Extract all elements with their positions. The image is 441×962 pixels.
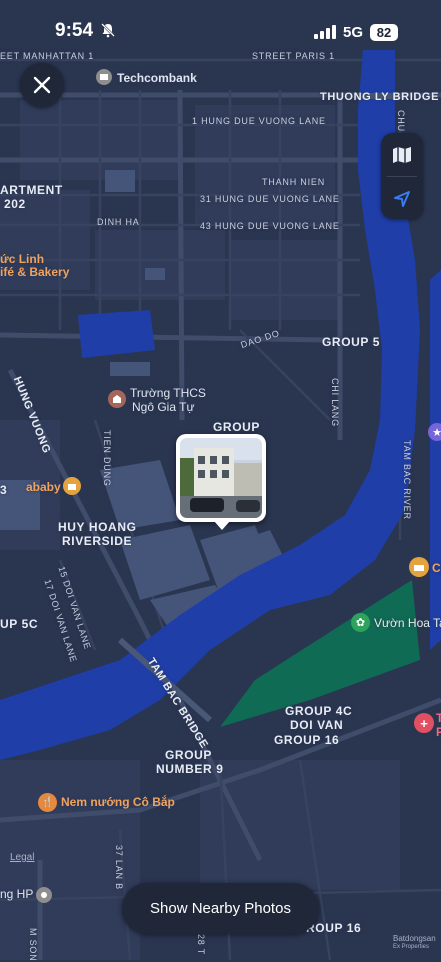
area-label: GROUP 4C [285,704,353,718]
street-label: EET MANHATTAN 1 [0,51,95,61]
map-controls [381,133,423,219]
street-label: TIEN DUNG [102,430,112,487]
close-icon [33,76,51,94]
close-button[interactable] [20,63,64,107]
poi-label-school[interactable]: Trường THCS [130,386,206,400]
hospital-pin[interactable]: + [414,713,434,733]
building-photo [180,438,262,518]
street-label: M SON [28,928,38,962]
signal-icon [314,25,336,39]
cross-icon: + [420,715,428,731]
street-label: STREET PARIS 1 [252,51,335,61]
poi-label-park[interactable]: Vườn Hoa Ta [374,616,441,630]
street-label: 37 LAN B [114,845,124,890]
shopping-bag-icon [68,484,76,490]
area-label: HUY HOANG [58,520,137,534]
fork-knife-icon: 🍴 [41,797,54,808]
area-label: DOI VAN [290,718,344,732]
my-location-button[interactable] [381,177,423,220]
school-icon [113,395,121,403]
dot-icon [41,892,47,898]
area-label: GROUP 16 [274,733,340,747]
street-label: THUONG LY BRIDGE [320,91,440,103]
watermark-line-2: Ex Properties [393,944,430,950]
map-style-button[interactable] [381,133,423,176]
shop-pin-2[interactable] [409,557,429,577]
bank-icon [100,74,108,80]
place-pin[interactable] [36,887,52,903]
area-label: 202 [4,197,26,211]
area-label: ARTMENT [0,183,63,197]
legal-link[interactable]: Legal [10,852,34,863]
poi-label-ababy[interactable]: ababy [26,480,61,494]
battery-level: 82 [370,24,398,41]
area-label: RIVERSIDE [62,534,133,548]
area-label: GROUP [213,420,261,434]
network-type: 5G [343,24,364,41]
poi-label-techcombank[interactable]: Techcombank [117,71,197,85]
area-label: NUMBER 9 [156,762,224,776]
street-label: CHI LANG [330,378,340,427]
street-label: 1 HUNG DUE VUONG LANE [192,116,326,126]
area-label: GROUP [165,748,213,762]
poi-label-cafe[interactable]: ức Linh [0,252,44,266]
street-label: 43 HUNG DUE VUONG LANE [200,221,340,231]
map-icon [393,146,411,163]
poi-label-ch[interactable]: Ch [432,561,441,575]
show-nearby-photos-button[interactable]: Show Nearby Photos [122,883,319,934]
shop-pin[interactable] [63,477,81,495]
street-label: THANH NIEN [262,177,326,187]
photo-pin[interactable] [176,434,266,530]
restaurant-pin[interactable]: 🍴 [38,793,57,812]
poi-label-school-2[interactable]: Ngô Gia Tự [132,400,195,414]
watermark-line-1: Batdongsan [393,934,436,943]
area-label: GROUP 5 [322,335,380,349]
photo-thumbnail [180,438,262,518]
poi-label-cafe-2[interactable]: ifé & Bakery [0,265,69,279]
street-label: CHU [396,110,406,132]
tree-icon: ✿ [355,617,366,629]
school-pin[interactable] [108,390,126,408]
street-label: 28 T [196,934,206,956]
status-time: 9:54 [55,20,94,41]
poi-label-hp[interactable]: ng HP [0,887,33,901]
street-label: TAM BAC RIVER [402,440,412,520]
area-label: UP 5C [0,617,39,631]
poi-label-p[interactable]: P [436,725,441,739]
bell-muted-icon [101,23,115,38]
poi-label-t[interactable]: T [436,711,441,725]
watermark: Batdongsan Ex Properties [393,935,436,951]
star-pin[interactable]: ★ [428,423,441,441]
street-label: DINH HA [97,217,140,227]
poi-label-nem[interactable]: Nem nướng Cô Bắp [61,795,175,809]
location-arrow-icon [394,190,410,207]
bank-pin[interactable] [96,69,112,85]
star-icon: ★ [432,426,441,439]
area-label: 3 [0,483,8,497]
street-label: 31 HUNG DUE VUONG LANE [200,194,340,204]
basket-icon [414,565,424,571]
park-pin[interactable]: ✿ [351,613,370,632]
